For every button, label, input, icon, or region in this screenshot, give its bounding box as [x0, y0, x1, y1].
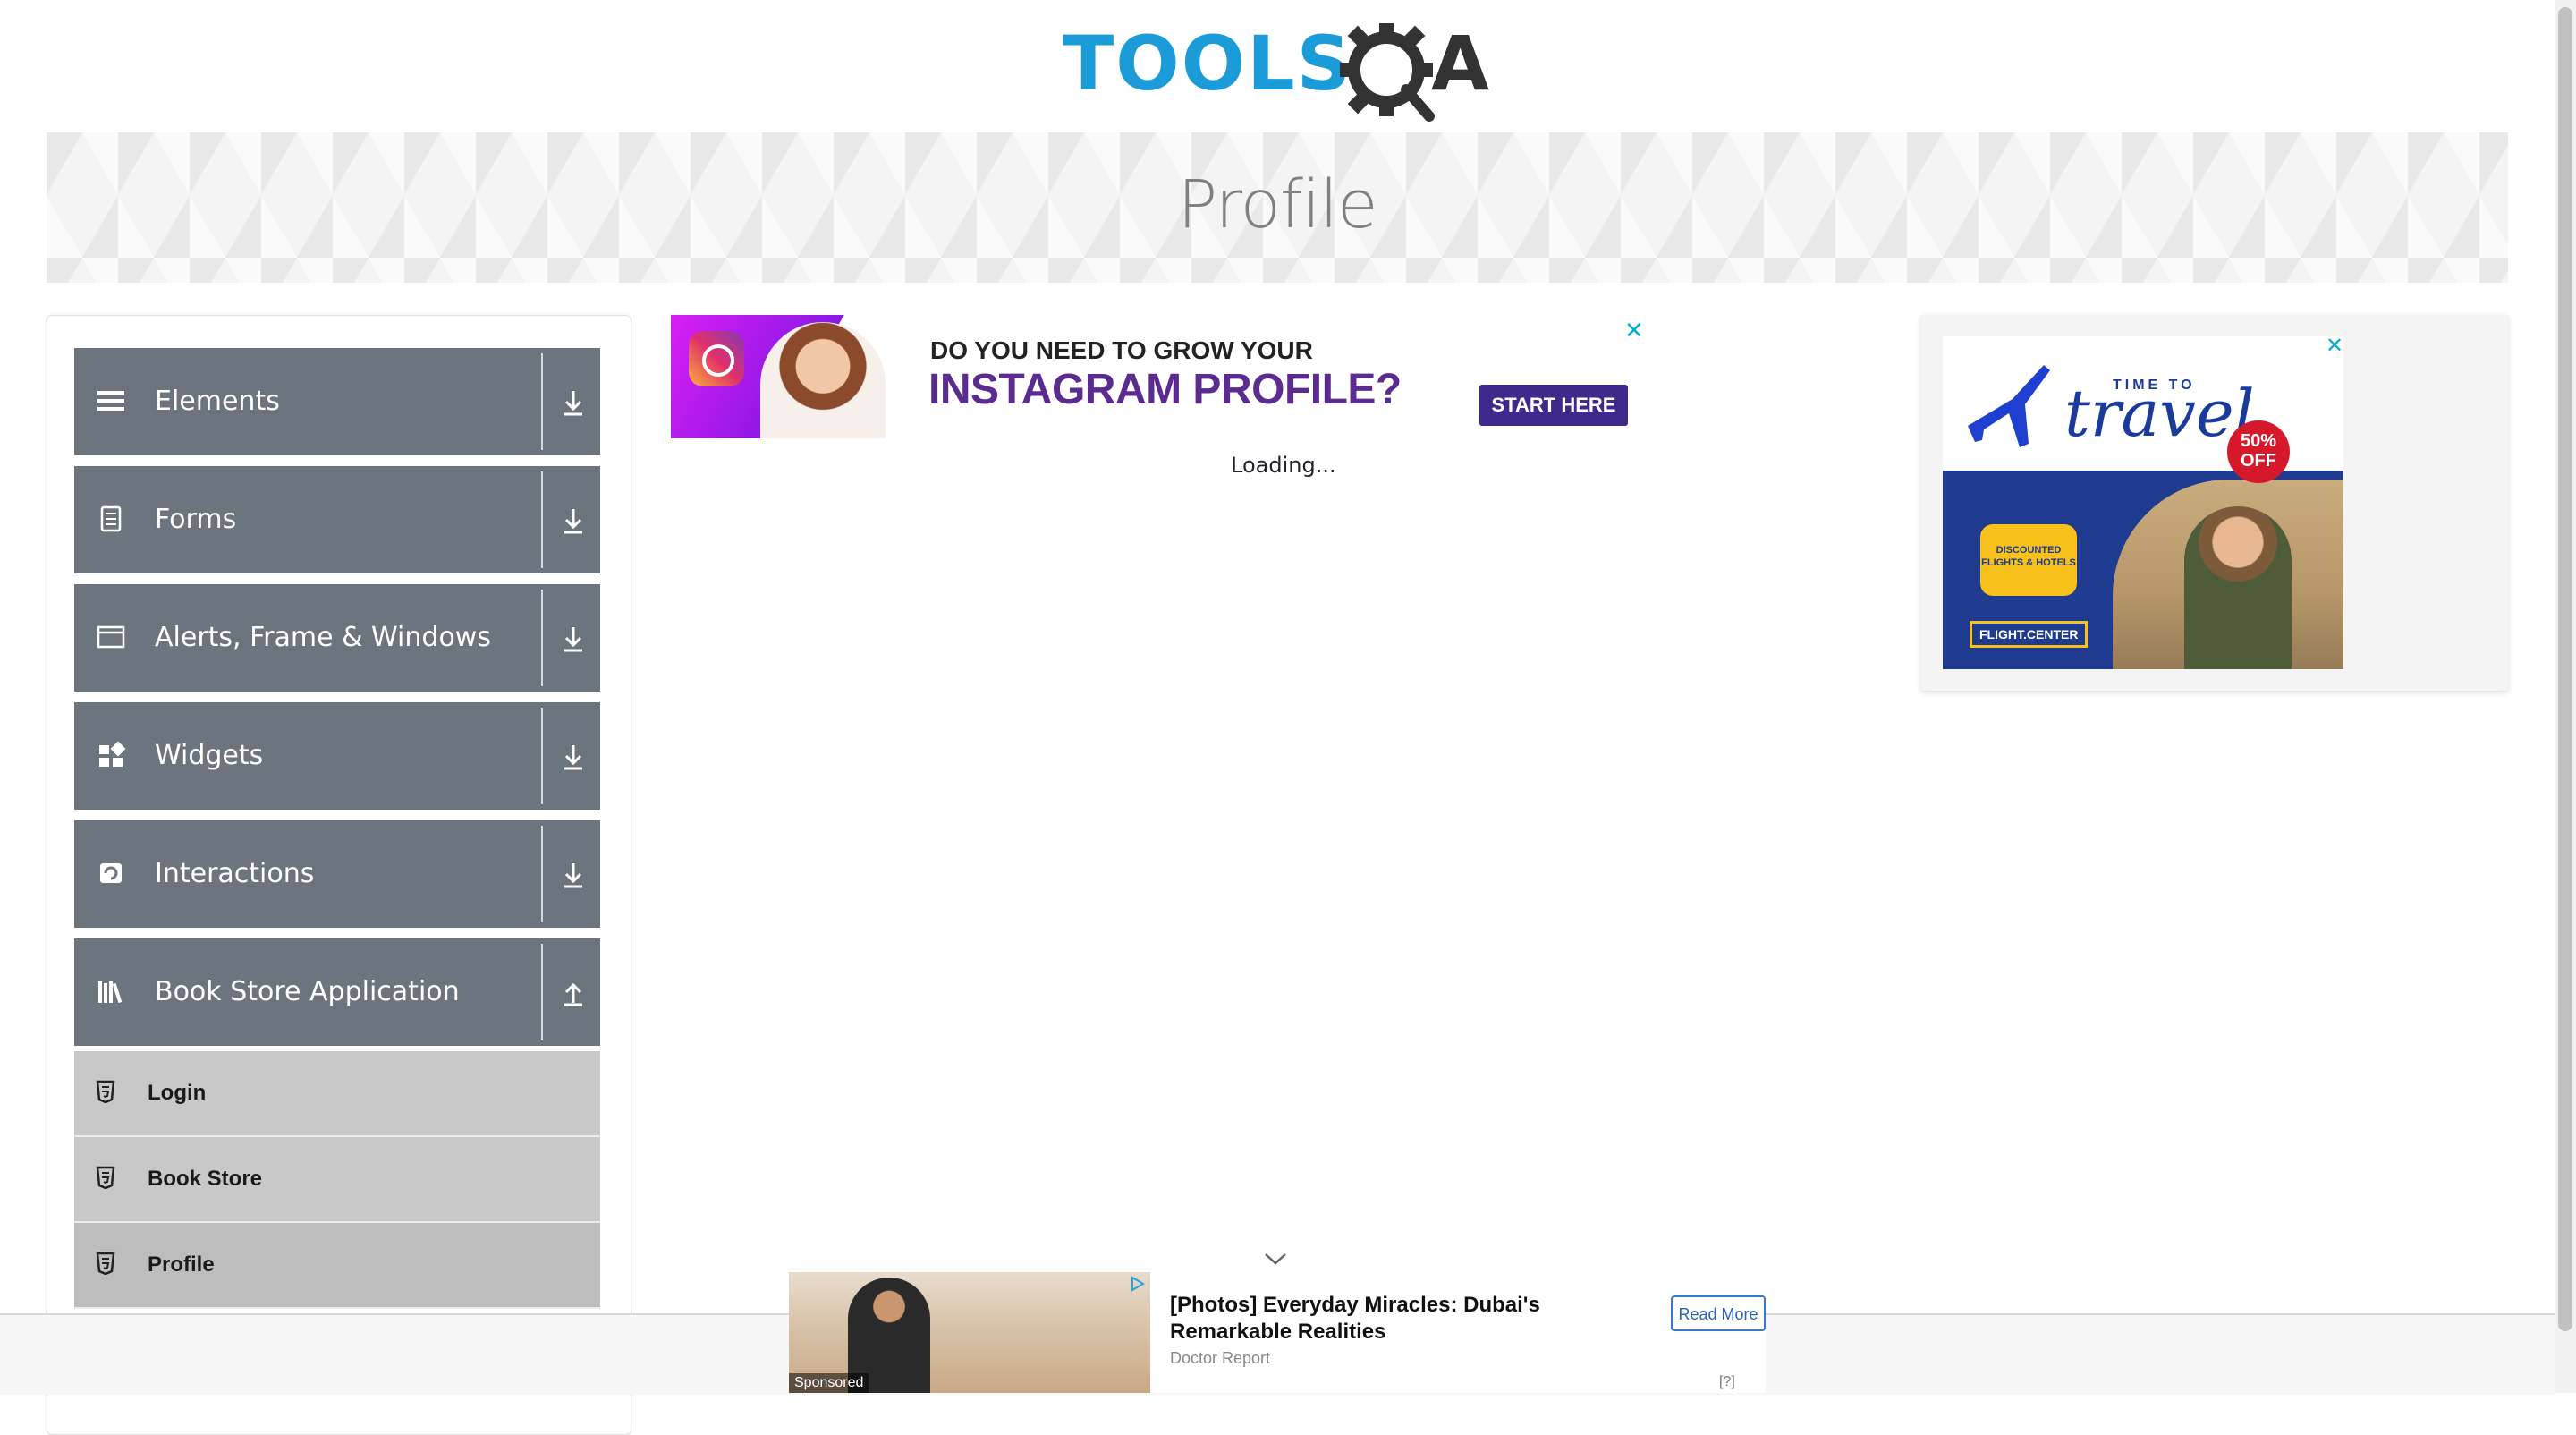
divider [541, 708, 543, 804]
ad-title[interactable]: [Photos] Everyday Miracles: Dubai's Rema… [1170, 1292, 1581, 1346]
sidebar-item-login[interactable]: Login [74, 1051, 600, 1137]
scrollbar-thumb[interactable] [2558, 7, 2572, 1331]
sidebar-item-profile[interactable]: Profile [74, 1223, 600, 1309]
logo-tools-text: TOOLS [1063, 20, 1352, 107]
divider [541, 471, 543, 568]
sidebar-item-label: Profile [148, 1252, 215, 1277]
sidebar-group-forms[interactable]: Forms [74, 466, 600, 573]
widgets-icon [99, 741, 126, 767]
html5-icon [96, 1166, 115, 1189]
sidebar-item-book-store[interactable]: Book Store [74, 1137, 600, 1223]
gear-icon [1340, 23, 1435, 122]
toolsqa-logo[interactable]: TOOLS A [1063, 18, 1492, 122]
sidebar-item-label: Book Store [148, 1167, 263, 1191]
loading-text: Loading... [1231, 453, 1336, 478]
travel-ad-creative[interactable]: TIME TO travel 50% OFF DISCOUNTED FLIGHT… [1943, 336, 2343, 669]
ad-travel-text: travel [2064, 376, 2255, 451]
divider [541, 944, 543, 1040]
books-icon [98, 981, 123, 1004]
expand-arrow-icon[interactable] [557, 620, 589, 656]
sidebar-group-label: Elements [155, 386, 280, 417]
html5-icon [96, 1252, 115, 1275]
adchoices-icon[interactable] [1129, 1276, 1145, 1292]
travel-ad[interactable]: TIME TO travel 50% OFF DISCOUNTED FLIGHT… [1921, 315, 2508, 691]
divider [541, 590, 543, 686]
form-icon [100, 505, 122, 532]
ad-traveler-image [2184, 506, 2292, 669]
collapse-arrow-icon[interactable] [557, 974, 589, 1010]
sidebar-group-alerts[interactable]: Alerts, Frame & Windows [74, 584, 600, 692]
discount-badge: 50% OFF [2227, 420, 2290, 483]
sidebar-group-interactions[interactable]: Interactions [74, 820, 600, 928]
ad-help-link[interactable]: [?] [1719, 1374, 1735, 1390]
sidebar-group-elements[interactable]: Elements [74, 348, 600, 455]
sidebar-group-label: Forms [155, 504, 237, 535]
ad-headline-small: DO YOU NEED TO GROW YOUR [930, 336, 1313, 364]
ad-source: Doctor Report [1170, 1349, 1271, 1367]
sponsored-ad[interactable]: Sponsored [Photos] Everyday Miracles: Du… [789, 1272, 1766, 1393]
sidebar-group-label: Book Store Application [155, 976, 460, 1007]
expand-arrow-icon[interactable] [557, 738, 589, 774]
chevron-down-icon[interactable] [1263, 1251, 1288, 1267]
airplane-icon [1968, 365, 2050, 447]
sidebar: Elements Forms Alerts, Frame & Windows W… [47, 315, 631, 1435]
ad-thumbnail[interactable]: Sponsored [789, 1272, 1150, 1393]
page-title: Profile [1177, 166, 1377, 243]
close-ad-icon[interactable]: ✕ [1624, 317, 1644, 344]
sidebar-group-label: Alerts, Frame & Windows [155, 622, 491, 653]
close-ad-icon[interactable]: ✕ [2326, 333, 2343, 359]
ad-headline-large: INSTAGRAM PROFILE? [928, 366, 1402, 413]
sidebar-group-widgets[interactable]: Widgets [74, 702, 600, 810]
ad-brand-label: FLIGHT.CENTER [1970, 621, 2089, 648]
ad-woman-image [760, 322, 886, 438]
sidebar-group-label: Interactions [155, 858, 315, 889]
logo-a-text: A [1431, 20, 1489, 107]
ad-start-here-button[interactable]: START HERE [1479, 385, 1628, 426]
read-more-button[interactable]: Read More [1671, 1295, 1766, 1331]
expand-arrow-icon[interactable] [557, 856, 589, 892]
html5-icon [96, 1080, 115, 1103]
divider [541, 826, 543, 922]
instagram-ad-banner[interactable]: DO YOU NEED TO GROW YOUR INSTAGRAM PROFI… [671, 315, 1630, 438]
page-banner: Profile [47, 132, 2508, 283]
sidebar-item-label: Login [148, 1081, 207, 1105]
vertical-scrollbar[interactable] [2555, 0, 2576, 1393]
sidebar-group-label: Widgets [155, 740, 264, 771]
expand-arrow-icon[interactable] [557, 502, 589, 538]
window-icon [97, 625, 125, 649]
sidebar-group-book-store-application[interactable]: Book Store Application [74, 938, 600, 1046]
expand-arrow-icon[interactable] [557, 384, 589, 420]
divider [541, 353, 543, 450]
interactions-icon [100, 863, 122, 883]
sponsored-label: Sponsored [789, 1373, 869, 1393]
ad-speech-bubble: DISCOUNTED FLIGHTS & HOTELS [1980, 524, 2077, 596]
list-icon [97, 391, 124, 411]
instagram-logo-icon [689, 331, 744, 386]
